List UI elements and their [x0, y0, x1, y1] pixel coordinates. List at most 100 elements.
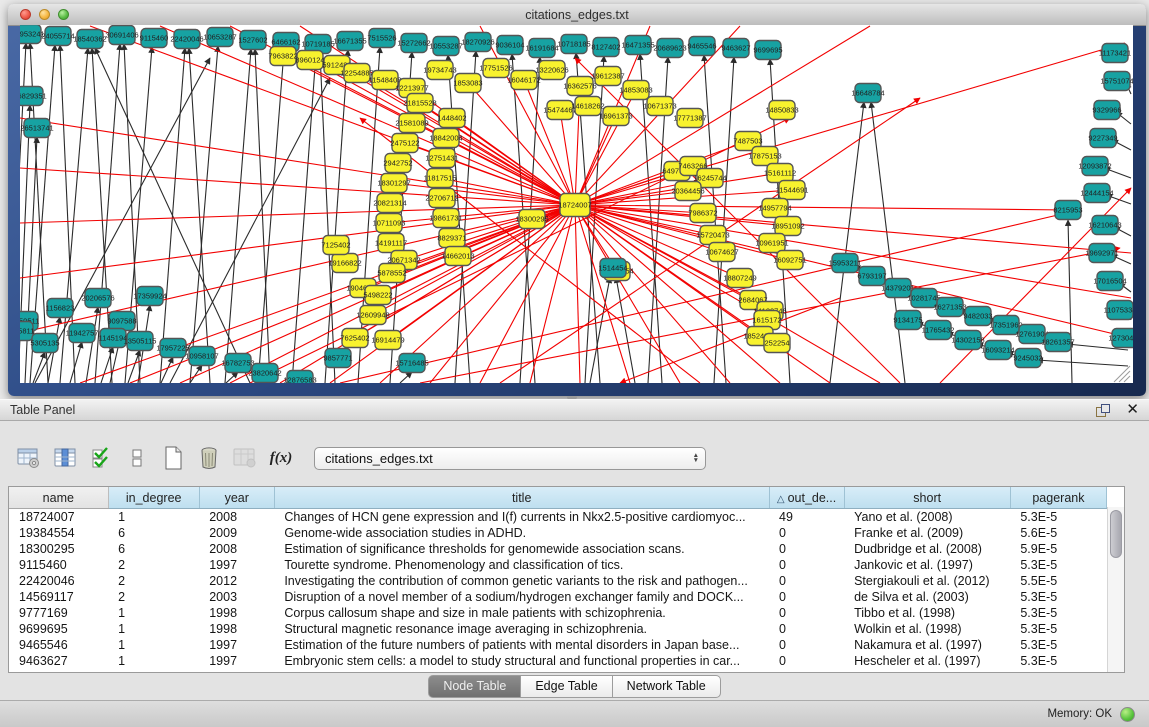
table-cell[interactable]: Genome-wide association studies in ADHD.: [274, 525, 769, 541]
network-node[interactable]: 16648784: [851, 84, 884, 103]
network-node[interactable]: 9245032: [1013, 349, 1042, 368]
table-cell[interactable]: 5.3E-5: [1010, 653, 1106, 669]
network-node[interactable]: 5878552: [377, 264, 406, 283]
table-cell[interactable]: 2003: [199, 589, 274, 605]
table-cell[interactable]: Tourette syndrome. Phenomenology and cla…: [274, 557, 769, 573]
network-node[interactable]: 16271353: [933, 298, 966, 317]
table-cell[interactable]: 0: [769, 525, 844, 541]
network-node[interactable]: 5305135: [30, 334, 59, 353]
function-builder-icon[interactable]: f(x): [266, 444, 296, 472]
table-selector[interactable]: citations_edges.txt ▲▼: [314, 447, 706, 470]
column-header-title[interactable]: title: [274, 487, 769, 509]
network-node[interactable]: 19692971: [1085, 244, 1118, 263]
row-height-icon[interactable]: [122, 444, 152, 472]
table-cell[interactable]: 18300295: [9, 541, 108, 557]
network-node[interactable]: 11173421: [1099, 44, 1131, 63]
network-node[interactable]: 16093214: [981, 341, 1014, 360]
network-node[interactable]: 5498222: [363, 286, 392, 305]
network-node[interactable]: 16671355: [333, 32, 366, 51]
network-node[interactable]: 15953211: [829, 254, 862, 273]
table-cell[interactable]: Estimation of the future numbers of pati…: [274, 637, 769, 653]
network-node[interactable]: 9329966: [1092, 101, 1121, 120]
table-cell[interactable]: 0: [769, 573, 844, 589]
network-node[interactable]: 8215953: [1053, 201, 1082, 220]
network-node[interactable]: 7515526: [367, 29, 396, 48]
network-node[interactable]: 20206576: [81, 289, 114, 308]
network-node[interactable]: 11765432: [922, 321, 955, 340]
network-node[interactable]: 20689623: [653, 39, 686, 58]
table-cell[interactable]: 2: [108, 557, 199, 573]
network-node[interactable]: 16914479: [371, 331, 404, 350]
network-node[interactable]: 15751074: [1100, 72, 1133, 91]
table-row[interactable]: 946362711997Embryonic stem cells: a mode…: [9, 653, 1107, 669]
network-node[interactable]: 10653287: [203, 28, 236, 47]
network-node[interactable]: 26513741: [20, 119, 53, 138]
network-node[interactable]: 17875153: [748, 147, 781, 166]
network-node[interactable]: 16471355: [621, 36, 654, 55]
network-node[interactable]: 10718185: [557, 35, 590, 54]
network-node[interactable]: 14662013: [441, 247, 474, 266]
table-cell[interactable]: 1: [108, 621, 199, 637]
network-node[interactable]: 18300295: [515, 210, 548, 229]
network-node[interactable]: 13220626: [535, 61, 568, 80]
network-node[interactable]: 7625402: [340, 329, 369, 348]
table-row[interactable]: 1872400712008Changes of HCN gene express…: [9, 509, 1107, 526]
network-node[interactable]: 11544691: [776, 181, 809, 200]
table-row[interactable]: 946554611997Estimation of the future num…: [9, 637, 1107, 653]
column-header-pagerank[interactable]: pagerank: [1010, 487, 1106, 509]
network-node[interactable]: 14957794: [758, 199, 791, 218]
table-cell[interactable]: Jankovic et al. (1997): [844, 557, 1010, 573]
network-node[interactable]: 9699695: [753, 41, 782, 60]
table-cell[interactable]: Dudbridge et al. (2008): [844, 541, 1010, 557]
table-cell[interactable]: 18724007: [9, 509, 108, 526]
network-node[interactable]: 16829351: [20, 87, 47, 106]
network-node[interactable]: 15161112: [764, 164, 796, 183]
table-cell[interactable]: 0: [769, 605, 844, 621]
network-node[interactable]: 1156823: [46, 299, 75, 318]
table-cell[interactable]: Tibbo et al. (1998): [844, 605, 1010, 621]
network-node[interactable]: 20364456: [671, 182, 704, 201]
network-node[interactable]: 12444154: [1080, 184, 1113, 203]
network-node[interactable]: 7125402: [321, 236, 350, 255]
column-header-short[interactable]: short: [844, 487, 1010, 509]
network-node[interactable]: 22420046: [170, 30, 203, 49]
network-node[interactable]: 8960124: [295, 51, 324, 70]
network-window-titlebar[interactable]: citations_edges.txt: [8, 4, 1146, 26]
network-node[interactable]: 11817515: [424, 169, 457, 188]
table-cell[interactable]: Changes of HCN gene expression and I(f) …: [274, 509, 769, 526]
table-row[interactable]: 911546021997Tourette syndrome. Phenomeno…: [9, 557, 1107, 573]
table-cell[interactable]: 5.3E-5: [1010, 509, 1106, 526]
table-cell[interactable]: 0: [769, 621, 844, 637]
close-window-button[interactable]: [20, 9, 31, 20]
tab-network-table[interactable]: Network Table: [613, 675, 721, 698]
network-node[interactable]: 17016504: [1093, 272, 1126, 291]
network-node[interactable]: 10711093: [373, 214, 406, 233]
network-node[interactable]: 10553287: [429, 37, 462, 56]
table-row[interactable]: 1938455462009Genome-wide association stu…: [9, 525, 1107, 541]
network-node[interactable]: 12093872: [1078, 157, 1111, 176]
network-node[interactable]: 18270926: [461, 33, 494, 52]
network-node[interactable]: 14302158: [951, 331, 984, 350]
table-cell[interactable]: Disruption of a novel member of a sodium…: [274, 589, 769, 605]
network-node[interactable]: 12609948: [356, 306, 389, 325]
network-node[interactable]: 1853083: [453, 74, 482, 93]
network-node[interactable]: 12730462: [1108, 329, 1133, 348]
table-row[interactable]: 2242004622012Investigating the contribut…: [9, 573, 1107, 589]
table-cell[interactable]: Stergiakouli et al. (2012): [844, 573, 1010, 589]
network-node[interactable]: 19734743: [423, 61, 456, 80]
table-row[interactable]: 969969511998Structural magnetic resonanc…: [9, 621, 1107, 637]
table-cell[interactable]: Structural magnetic resonance image aver…: [274, 621, 769, 637]
network-node[interactable]: 16191684: [525, 39, 558, 58]
network-node[interactable]: 13505115: [124, 332, 157, 351]
table-cell[interactable]: 9777169: [9, 605, 108, 621]
table-cell[interactable]: 6: [108, 525, 199, 541]
network-node[interactable]: 7986372: [688, 204, 717, 223]
network-view-window[interactable]: citations_edges.txt 16953241240557141854…: [8, 4, 1146, 396]
table-cell[interactable]: 0: [769, 637, 844, 653]
table-cell[interactable]: 1: [108, 637, 199, 653]
network-node[interactable]: 15720473: [696, 226, 729, 245]
table-row[interactable]: 1830029562008Estimation of significance …: [9, 541, 1107, 557]
table-cell[interactable]: Franke et al. (2009): [844, 525, 1010, 541]
table-cell[interactable]: 0: [769, 653, 844, 669]
network-node[interactable]: 12876583: [283, 371, 316, 384]
